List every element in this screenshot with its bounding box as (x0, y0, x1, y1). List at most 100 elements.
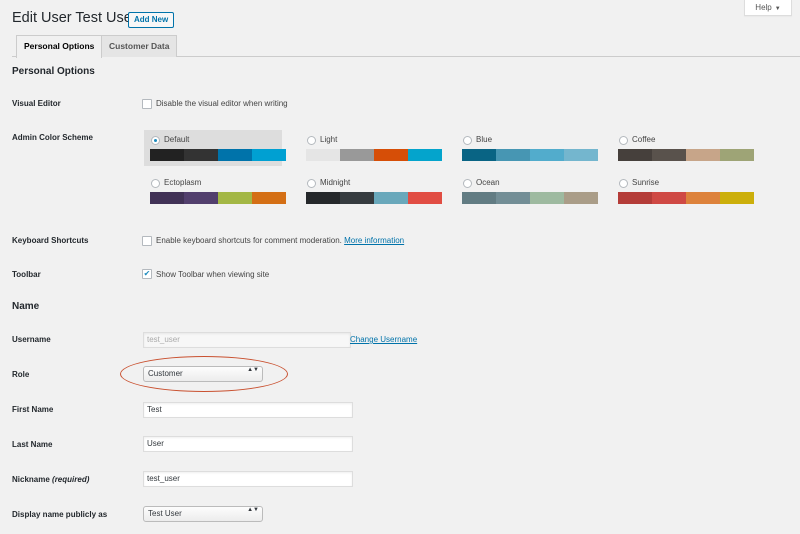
username-input: test_user (143, 332, 351, 348)
color-swatch (340, 192, 374, 204)
toolbar-option-text: Show Toolbar when viewing site (156, 270, 270, 279)
color-scheme-radio[interactable] (619, 179, 628, 188)
name-heading: Name (12, 301, 40, 312)
first-name-label: First Name (12, 405, 54, 414)
nickname-label-text: Nickname (12, 475, 50, 484)
color-scheme-radio[interactable] (619, 136, 628, 145)
visual-editor-label: Visual Editor (12, 99, 61, 108)
keyboard-shortcuts-option-text: Enable keyboard shortcuts for comment mo… (156, 236, 342, 245)
add-new-button[interactable]: Add New (128, 12, 175, 28)
color-scheme-name: Coffee (632, 135, 656, 144)
color-swatch (252, 192, 286, 204)
visual-editor-option-text: Disable the visual editor when writing (156, 99, 288, 108)
nickname-label: Nickname (required) (12, 475, 89, 484)
color-swatch (252, 149, 286, 161)
role-label: Role (12, 370, 30, 379)
display-name-label: Display name publicly as (12, 510, 108, 519)
color-swatch (496, 192, 530, 204)
display-name-select-value: Test User (148, 509, 182, 518)
username-label: Username (12, 335, 51, 344)
visual-editor-checkbox[interactable] (142, 99, 152, 109)
color-scheme-light[interactable]: Light (300, 130, 442, 166)
color-swatch-strip (306, 149, 442, 161)
last-name-label: Last Name (12, 440, 53, 449)
last-name-input[interactable]: User (143, 436, 353, 452)
color-scheme-name: Ectoplasm (164, 178, 202, 187)
tab-customer-data[interactable]: Customer Data (101, 35, 178, 57)
color-swatch-strip (306, 192, 442, 204)
color-swatch-strip (150, 149, 286, 161)
color-swatch (720, 192, 754, 204)
keyboard-shortcuts-checkbox[interactable] (142, 236, 152, 246)
color-scheme-name: Sunrise (632, 178, 660, 187)
color-swatch (218, 192, 252, 204)
select-arrows-icon: ▲▼ (247, 507, 259, 513)
color-swatch (720, 149, 754, 161)
color-scheme-coffee[interactable]: Coffee (612, 130, 754, 166)
toolbar-checkbox[interactable]: ✔ (142, 269, 152, 279)
color-swatch (686, 192, 720, 204)
personal-options-heading: Personal Options (12, 66, 95, 77)
color-swatch (340, 149, 374, 161)
color-scheme-radio[interactable] (307, 179, 316, 188)
color-swatch (564, 149, 598, 161)
color-swatch-strip (618, 149, 754, 161)
color-swatch (218, 149, 252, 161)
color-swatch (408, 192, 442, 204)
admin-color-scheme-label: Admin Color Scheme (12, 133, 93, 142)
color-swatch (686, 149, 720, 161)
color-swatch (496, 149, 530, 161)
color-swatch (652, 192, 686, 204)
color-swatch (150, 192, 184, 204)
color-scheme-name: Blue (476, 135, 493, 144)
page-title: Edit User Test User (12, 10, 137, 26)
color-swatch-strip (150, 192, 286, 204)
change-username-link[interactable]: Change Username (350, 335, 417, 344)
color-scheme-radio[interactable] (463, 136, 472, 145)
color-swatch (374, 149, 408, 161)
toolbar-label: Toolbar (12, 270, 41, 279)
color-swatch (652, 149, 686, 161)
more-information-link[interactable]: More information (344, 236, 404, 245)
color-scheme-name: Ocean (476, 178, 500, 187)
color-swatch (184, 149, 218, 161)
color-swatch (530, 192, 564, 204)
required-marker: (required) (52, 475, 90, 484)
color-scheme-name: Default (164, 135, 190, 144)
caret-down-icon: ▼ (774, 6, 781, 12)
color-scheme-radio[interactable] (307, 136, 316, 145)
tab-personal-options[interactable]: Personal Options (16, 35, 103, 58)
first-name-input[interactable]: Test (143, 402, 353, 418)
color-scheme-name: Light (320, 135, 338, 144)
color-scheme-ocean[interactable]: Ocean (456, 173, 598, 209)
color-swatch (306, 149, 340, 161)
help-label: Help (755, 3, 772, 12)
display-name-select[interactable]: Test User ▲▼ (143, 506, 263, 522)
color-scheme-midnight[interactable]: Midnight (300, 173, 442, 209)
annotation-highlight-oval (120, 356, 288, 392)
color-scheme-ectoplasm[interactable]: Ectoplasm (144, 173, 286, 209)
color-swatch (462, 192, 496, 204)
color-scheme-default[interactable]: Default (144, 130, 286, 166)
color-scheme-radio[interactable] (463, 179, 472, 188)
color-swatch-strip (618, 192, 754, 204)
help-tab-button[interactable]: Help ▼ (744, 0, 792, 16)
color-swatch (150, 149, 184, 161)
color-scheme-sunrise[interactable]: Sunrise (612, 173, 754, 209)
color-swatch (564, 192, 598, 204)
keyboard-shortcuts-option: Enable keyboard shortcuts for comment mo… (156, 236, 404, 245)
color-swatch (408, 149, 442, 161)
color-swatch-strip (462, 149, 598, 161)
color-scheme-radio[interactable] (151, 179, 160, 188)
color-swatch (618, 192, 652, 204)
color-swatch (462, 149, 496, 161)
color-swatch (306, 192, 340, 204)
color-scheme-blue[interactable]: Blue (456, 130, 598, 166)
keyboard-shortcuts-label: Keyboard Shortcuts (12, 236, 89, 245)
nickname-input[interactable]: test_user (143, 471, 353, 487)
color-scheme-radio[interactable] (151, 136, 160, 145)
color-swatch-strip (462, 192, 598, 204)
color-swatch (184, 192, 218, 204)
color-swatch (530, 149, 564, 161)
color-scheme-name: Midnight (320, 178, 351, 187)
